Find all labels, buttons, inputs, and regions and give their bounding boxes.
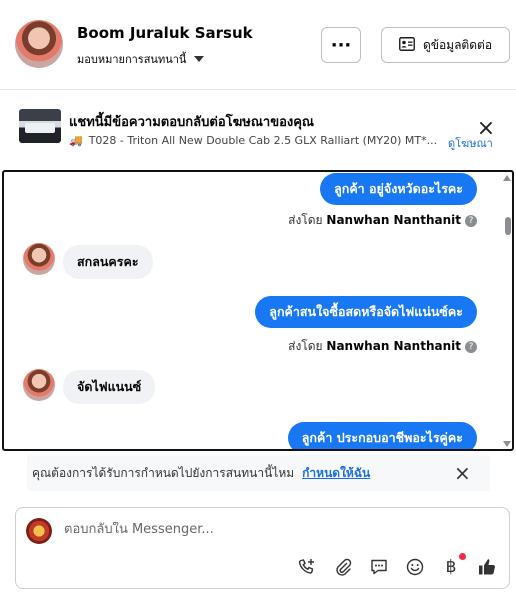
ad-banner-title: แชทนี้มีข้อความตอบกลับต่อโฆษณาของคุณ xyxy=(69,115,314,130)
scroll-down-arrow[interactable] xyxy=(503,441,511,447)
ad-thumbnail[interactable] xyxy=(19,109,61,143)
phone-add-icon[interactable] xyxy=(296,556,318,578)
ad-banner-subtitle: 🚚 T028 - Triton All New Double Cab 2.5 GL… xyxy=(69,134,443,147)
message-composer: ฿ xyxy=(15,507,510,589)
message-thread[interactable]: ลูกค้า อยู่จังหวัดอะไรคะ ส่งโดย Nanwhan … xyxy=(2,170,514,451)
info-icon[interactable]: ? xyxy=(465,341,477,353)
assign-label: มอบหมายการสนทนานี้ xyxy=(77,53,187,66)
truck-icon: 🚚 xyxy=(69,134,83,147)
outgoing-message[interactable]: ลูกค้าสนใจซื้อสดหรือจัดไฟแน่นซ์คะ xyxy=(255,296,477,328)
incoming-message[interactable]: จัดไฟแนนซ์ xyxy=(63,370,156,404)
customer-avatar-small xyxy=(23,243,55,275)
customer-name[interactable]: Boom Juraluk Sarsuk xyxy=(77,24,253,42)
ad-reply-banner: แชทนี้มีข้อความตอบกลับต่อโฆษณาของคุณ 🚚 T0… xyxy=(0,91,516,167)
info-icon[interactable]: ? xyxy=(465,215,477,227)
customer-avatar-small xyxy=(23,369,55,401)
sent-by-label: ส่งโดย Nanwhan Nanthanit? xyxy=(288,211,477,230)
assign-prompt: คุณต้องการได้รับการกำหนดไปยังการสนทนานี้… xyxy=(27,455,490,491)
conversation-header: Boom Juraluk Sarsuk มอบหมายการสนทนานี้ ·… xyxy=(0,0,516,90)
attachment-icon[interactable] xyxy=(332,556,354,578)
view-contact-button[interactable]: ดูข้อมูลติดต่อ xyxy=(381,27,510,63)
baht-symbol: ฿ xyxy=(445,557,457,577)
contact-card-icon xyxy=(399,36,415,54)
customer-avatar[interactable] xyxy=(15,20,63,68)
outgoing-message[interactable]: ลูกค้า อยู่จังหวัดอะไรคะ xyxy=(320,173,477,205)
composer-toolbar: ฿ xyxy=(296,553,498,580)
baht-icon[interactable]: ฿ xyxy=(440,553,466,578)
outgoing-message[interactable]: ลูกค้า ประกอบอาชีพอะไรคู่คะ xyxy=(287,422,477,449)
thumbs-up-icon[interactable] xyxy=(476,556,498,578)
saved-reply-icon[interactable] xyxy=(368,556,390,578)
view-contact-label: ดูข้อมูลติดต่อ xyxy=(422,37,493,52)
assign-conversation-dropdown[interactable]: มอบหมายการสนทนานี้ xyxy=(77,50,205,68)
ad-name: T028 - Triton All New Double Cab 2.5 GLX… xyxy=(88,134,438,147)
assign-to-me-link[interactable]: กำหนดให้ฉัน xyxy=(302,464,370,483)
scroll-up-arrow[interactable] xyxy=(503,175,511,181)
close-icon[interactable]: × xyxy=(454,461,471,485)
notification-dot xyxy=(459,553,466,560)
sent-by-label: ส่งโดย Nanwhan Nanthanit? xyxy=(288,337,477,356)
scrollbar-thumb[interactable] xyxy=(505,217,511,235)
more-options-button[interactable]: ··· xyxy=(321,27,361,63)
close-icon[interactable]: × xyxy=(476,118,496,140)
assign-prompt-text: คุณต้องการได้รับการกำหนดไปยังการสนทนานี้… xyxy=(32,465,295,480)
emoji-icon[interactable] xyxy=(404,556,426,578)
reply-input[interactable] xyxy=(64,522,484,537)
caret-down-icon xyxy=(194,56,205,62)
page-avatar xyxy=(26,518,52,544)
incoming-message[interactable]: สกลนครคะ xyxy=(63,245,153,279)
